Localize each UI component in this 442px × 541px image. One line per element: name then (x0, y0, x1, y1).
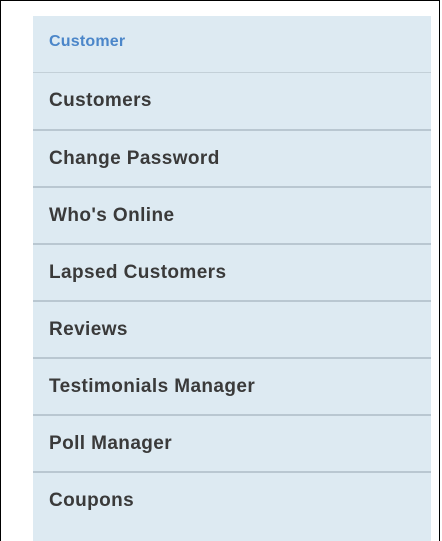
menu-item-label: Customers (49, 90, 152, 111)
menu-item-lapsed-customers[interactable]: Lapsed Customers (33, 243, 431, 300)
section-title-customer[interactable]: Customer (49, 33, 125, 51)
menu-item-label: Coupons (49, 489, 135, 511)
customer-menu: Customers Change Password Who's Online L… (33, 72, 431, 528)
menu-item-testimonials-manager[interactable]: Testimonials Manager (33, 357, 431, 414)
menu-item-customers[interactable]: Customers (33, 72, 431, 129)
menu-item-coupons[interactable]: Coupons (33, 471, 431, 528)
menu-item-change-password[interactable]: Change Password (33, 129, 431, 186)
menu-item-label: Poll Manager (49, 432, 173, 454)
menu-item-label: Lapsed Customers (49, 261, 227, 283)
menu-item-whos-online[interactable]: Who's Online (33, 186, 431, 243)
menu-item-poll-manager[interactable]: Poll Manager (33, 414, 431, 471)
menu-item-label: Who's Online (49, 204, 175, 226)
menu-item-label: Change Password (49, 147, 220, 169)
menu-item-reviews[interactable]: Reviews (33, 300, 431, 357)
menu-item-label: Testimonials Manager (49, 375, 256, 397)
menu-item-label: Reviews (49, 318, 128, 340)
